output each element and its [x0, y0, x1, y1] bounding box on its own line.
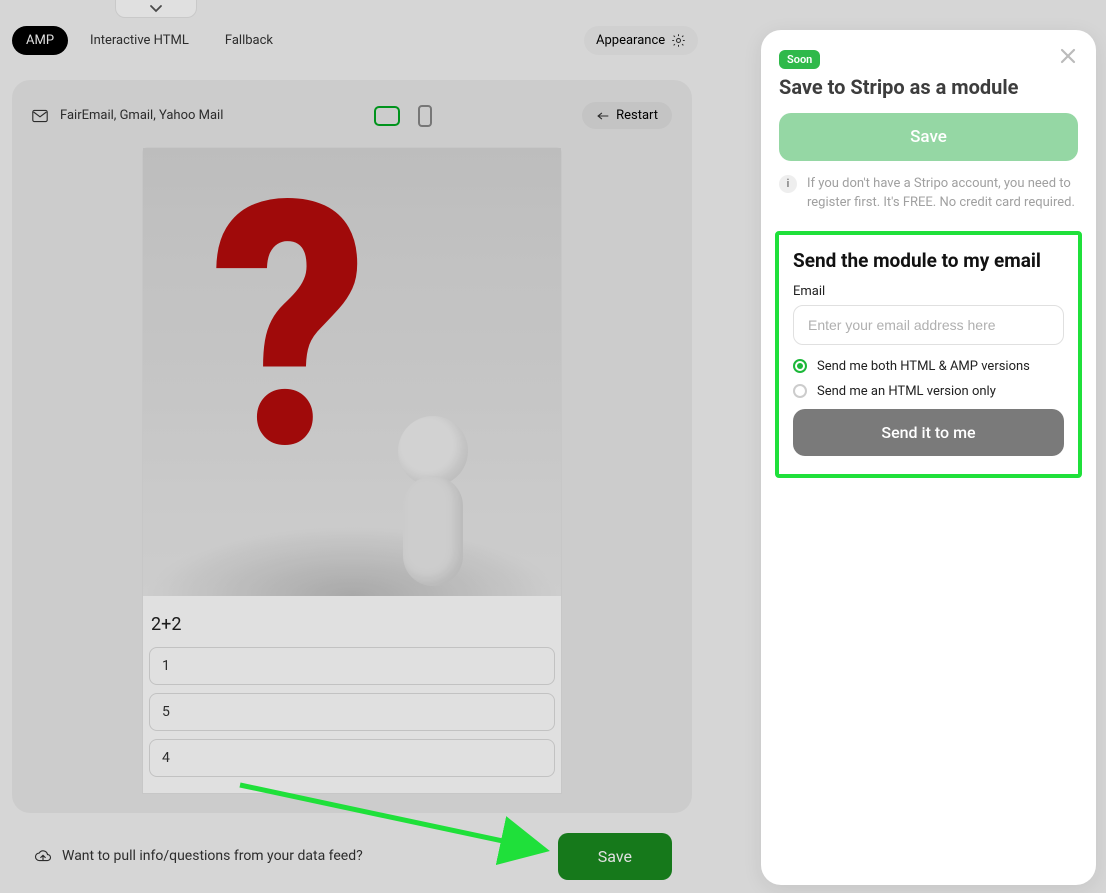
- data-feed-text: Want to pull info/questions from your da…: [62, 848, 363, 864]
- soon-badge: Soon: [779, 50, 820, 69]
- send-email-section: Send the module to my email Email Send m…: [775, 231, 1082, 478]
- email-label: Email: [793, 284, 1064, 299]
- send-it-button[interactable]: Send it to me: [793, 409, 1064, 456]
- close-icon: [1058, 46, 1078, 66]
- info-note: i If you don't have a Stripo account, yo…: [779, 175, 1078, 213]
- tab-amp[interactable]: AMP: [12, 26, 68, 55]
- question-image: ?: [143, 148, 561, 596]
- appearance-label: Appearance: [596, 33, 665, 48]
- option-html-only[interactable]: Send me an HTML version only: [793, 384, 1064, 399]
- panel-save-button[interactable]: Save: [779, 113, 1078, 161]
- arrow-left-icon: [596, 110, 610, 122]
- answer-option-2[interactable]: 5: [149, 693, 555, 731]
- save-module-panel: Soon Save to Stripo as a module Save i I…: [761, 30, 1096, 885]
- radio-unselected-icon: [793, 384, 807, 398]
- device-desktop-toggle[interactable]: [374, 106, 400, 126]
- restart-button[interactable]: Restart: [582, 102, 672, 129]
- appearance-button[interactable]: Appearance: [584, 26, 698, 55]
- radio-selected-icon: [793, 359, 807, 373]
- device-mobile-toggle[interactable]: [418, 105, 432, 127]
- answer-option-3[interactable]: 4: [149, 739, 555, 777]
- format-tabs: AMP Interactive HTML Fallback: [12, 26, 287, 55]
- option-both-label: Send me both HTML & AMP versions: [817, 359, 1030, 374]
- bottom-bar: Want to pull info/questions from your da…: [12, 830, 692, 882]
- mail-icon: [32, 109, 48, 123]
- save-button[interactable]: Save: [558, 833, 672, 880]
- question-text: 2+2: [143, 596, 561, 647]
- info-text: If you don't have a Stripo account, you …: [807, 175, 1078, 213]
- send-section-title: Send the module to my email: [793, 249, 1064, 272]
- gear-icon: [671, 33, 686, 48]
- email-clients-label: FairEmail, Gmail, Yahoo Mail: [60, 108, 223, 123]
- close-panel-button[interactable]: [1058, 46, 1078, 66]
- tab-fallback[interactable]: Fallback: [211, 26, 287, 55]
- preview-header: FairEmail, Gmail, Yahoo Mail Restart: [32, 102, 672, 129]
- collapse-toggle[interactable]: [115, 0, 197, 18]
- tab-interactive-html[interactable]: Interactive HTML: [76, 26, 203, 55]
- answer-option-1[interactable]: 1: [149, 647, 555, 685]
- cloud-upload-icon: [34, 848, 52, 864]
- email-preview-frame: ? 2+2 1 5 4: [142, 147, 562, 794]
- option-html-label: Send me an HTML version only: [817, 384, 996, 399]
- preview-card: FairEmail, Gmail, Yahoo Mail Restart ? 2…: [12, 80, 692, 813]
- restart-label: Restart: [616, 108, 658, 123]
- info-icon: i: [779, 175, 797, 193]
- panel-title: Save to Stripo as a module: [779, 75, 1078, 99]
- email-input[interactable]: [793, 305, 1064, 345]
- option-both-versions[interactable]: Send me both HTML & AMP versions: [793, 359, 1064, 374]
- chevron-down-icon: [148, 1, 164, 17]
